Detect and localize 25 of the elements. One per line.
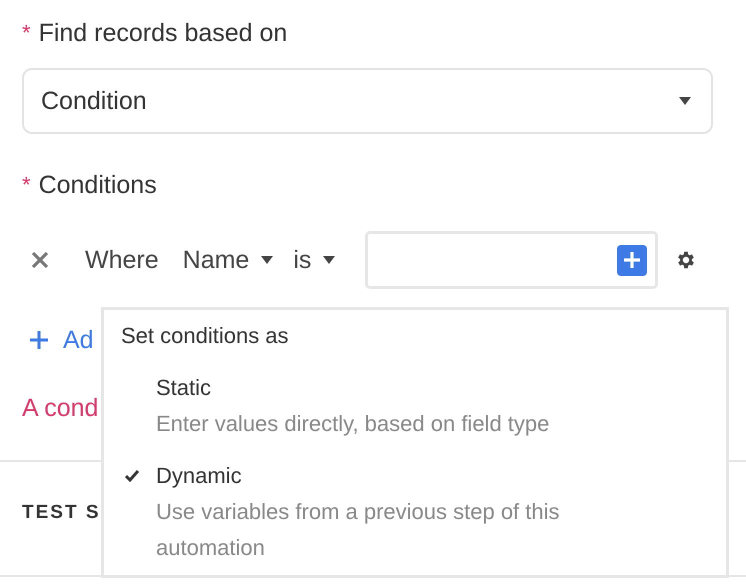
field-label: Conditions (38, 170, 157, 200)
caret-icon[interactable] (261, 256, 274, 264)
plus-icon (623, 251, 642, 269)
option-label[interactable]: Dynamic (156, 458, 242, 494)
option-label[interactable]: Static (156, 370, 212, 406)
error-message: A cond (22, 393, 98, 423)
required-mark: * (22, 20, 31, 46)
select-field[interactable]: Condition (22, 68, 713, 134)
operator-dropdown[interactable]: is (293, 246, 312, 274)
plus-icon[interactable] (29, 330, 49, 350)
field-dropdown[interactable]: Name (182, 246, 250, 274)
required-mark: * (22, 172, 31, 198)
option-description: Enter values directly, based on field type (156, 410, 550, 438)
menu-title: Set conditions as (121, 322, 290, 350)
option-description: Use variables from a previous step of this automation (156, 498, 561, 562)
add-value-button[interactable] (617, 244, 648, 276)
caret-icon (679, 97, 691, 105)
field-label: Find records based on (38, 18, 288, 48)
caret-icon[interactable] (323, 256, 336, 264)
where-text: Where (85, 246, 159, 274)
add-condition-link[interactable]: Ad (63, 326, 94, 354)
close-icon[interactable] (31, 251, 49, 269)
select-value: Condition (41, 86, 147, 116)
section-title: TEST S (22, 501, 101, 525)
value-input[interactable] (365, 231, 658, 289)
